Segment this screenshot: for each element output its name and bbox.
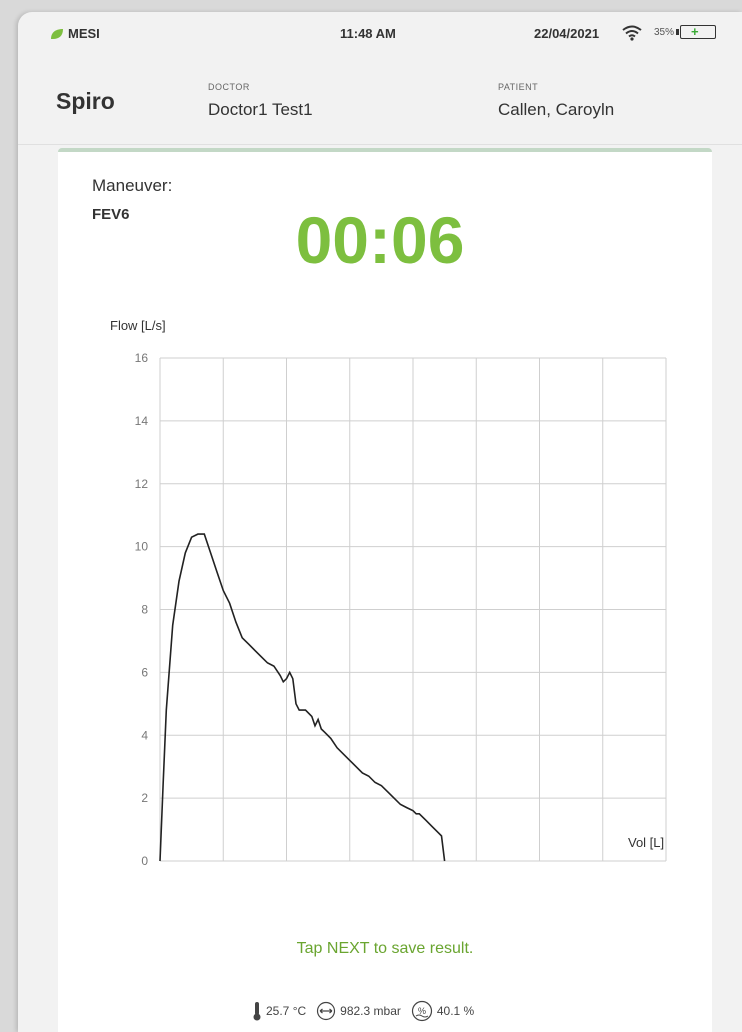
- brand-name: MESI: [68, 26, 100, 41]
- status-bar: MESI 11:48 AM 22/04/2021 35% +: [18, 12, 742, 56]
- pressure-value: 982.3 mbar: [340, 1004, 401, 1018]
- timer: 00:06: [295, 203, 465, 277]
- doctor-label: DOCTOR: [208, 82, 250, 92]
- brand: MESI: [50, 26, 100, 41]
- temperature-reading: 25.7 °C: [252, 1001, 306, 1021]
- status-date: 22/04/2021: [534, 26, 600, 41]
- y-tick-label: 8: [141, 603, 148, 617]
- patient-label: PATIENT: [498, 82, 539, 92]
- status-time: 11:48 AM: [340, 26, 396, 41]
- battery-percent: 35%: [654, 27, 675, 38]
- humidity-value: 40.1 %: [436, 1004, 475, 1018]
- temperature-value: 25.7 °C: [266, 1004, 307, 1018]
- maneuver-value: FEV6: [92, 206, 130, 223]
- device-screen: MESI 11:48 AM 22/04/2021 35% + Spiro DOC…: [18, 12, 742, 1032]
- y-axis-label: Flow [L/s]: [110, 318, 166, 333]
- leaf-icon: [51, 28, 63, 39]
- humidity-icon: %: [411, 1000, 432, 1022]
- measurement-panel: Maneuver: FEV6 00:06 0123456780246810121…: [58, 148, 712, 1032]
- maneuver-label: Maneuver:: [92, 176, 173, 195]
- y-tick-label: 12: [135, 477, 149, 491]
- environment-readings: 25.7 °C 982.3 mbar % 40.1 %: [252, 1000, 484, 1022]
- chart-ticks: 0123456780246810121416: [135, 351, 149, 868]
- flow-volume-chart: 0123456780246810121416 Flow [L/s] Vol [L…: [110, 318, 667, 868]
- patient-name: Callen, Caroyln: [498, 100, 615, 119]
- chart-grid: [159, 357, 667, 862]
- y-tick-label: 10: [135, 540, 149, 554]
- y-tick-label: 6: [141, 665, 148, 679]
- battery-icon: +: [676, 25, 716, 39]
- pressure-icon: [317, 1001, 336, 1021]
- wifi-icon: [622, 25, 642, 41]
- y-tick-label: 4: [141, 728, 148, 742]
- y-tick-label: 0: [141, 854, 148, 868]
- pressure-reading: 982.3 mbar: [316, 1001, 401, 1021]
- y-tick-label: 16: [135, 351, 149, 365]
- y-tick-label: 2: [141, 791, 148, 805]
- save-hint: Tap NEXT to save result.: [296, 940, 474, 957]
- y-tick-label: 14: [135, 414, 149, 428]
- thermometer-icon: [253, 1002, 261, 1021]
- flow-volume-curve: [159, 533, 446, 862]
- humidity-reading: % 40.1 %: [411, 1000, 474, 1022]
- app-title: Spiro: [56, 88, 115, 114]
- app-header: Spiro DOCTOR Doctor1 Test1 PATIENT Calle…: [18, 56, 742, 145]
- x-axis-label: Vol [L]: [628, 835, 664, 850]
- doctor-name: Doctor1 Test1: [208, 100, 313, 119]
